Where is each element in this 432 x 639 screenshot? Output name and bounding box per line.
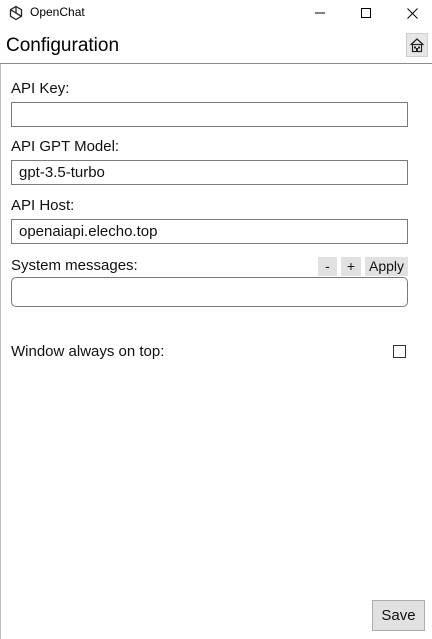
api-host-input[interactable] bbox=[11, 219, 408, 244]
api-gpt-model-label: API GPT Model: bbox=[11, 138, 120, 155]
minimize-button[interactable] bbox=[297, 0, 343, 26]
api-host-label: API Host: bbox=[11, 197, 75, 214]
remove-message-button[interactable]: - bbox=[318, 257, 337, 276]
page-title: Configuration bbox=[6, 35, 120, 56]
always-on-top-checkbox[interactable] bbox=[393, 345, 406, 358]
system-messages-label: System messages: bbox=[11, 257, 138, 274]
add-message-button[interactable]: + bbox=[341, 257, 361, 276]
header-divider bbox=[0, 63, 432, 64]
window-title: OpenChat bbox=[30, 5, 85, 19]
home-icon bbox=[410, 38, 424, 53]
title-bar[interactable]: OpenChat bbox=[0, 0, 432, 26]
close-icon bbox=[406, 7, 418, 19]
save-button[interactable]: Save bbox=[372, 600, 425, 631]
maximize-icon bbox=[361, 8, 371, 18]
api-gpt-model-input[interactable] bbox=[11, 160, 408, 185]
close-button[interactable] bbox=[389, 0, 432, 26]
system-message-input[interactable] bbox=[11, 277, 408, 307]
header: Configuration bbox=[0, 26, 432, 63]
left-border bbox=[0, 64, 1, 639]
minimize-icon bbox=[315, 12, 325, 14]
maximize-button[interactable] bbox=[343, 0, 389, 26]
openai-logo-icon bbox=[8, 5, 24, 21]
always-on-top-label: Window always on top: bbox=[11, 343, 165, 360]
apply-button[interactable]: Apply bbox=[365, 257, 408, 276]
api-key-input[interactable] bbox=[11, 102, 408, 127]
api-key-label: API Key: bbox=[11, 80, 70, 97]
home-button[interactable] bbox=[406, 33, 428, 57]
